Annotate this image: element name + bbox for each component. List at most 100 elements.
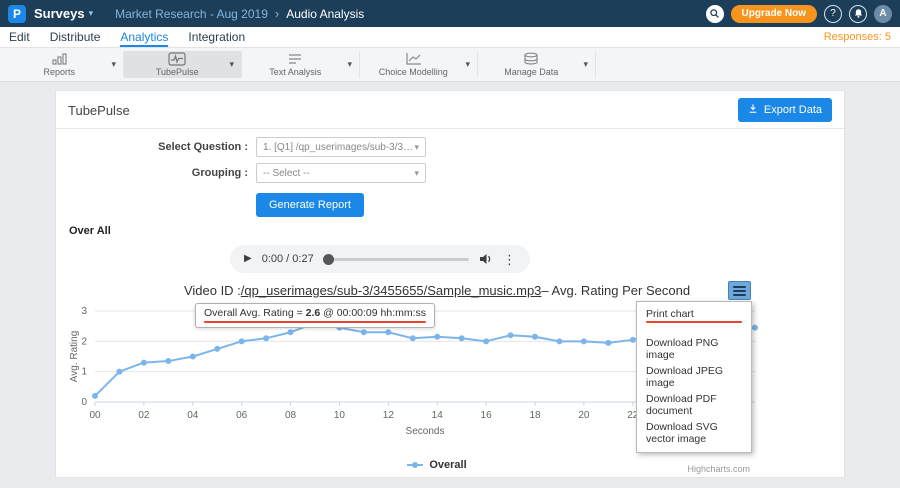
chart-title-prefix: Video ID : (184, 283, 241, 298)
data-point-marker[interactable] (190, 354, 196, 360)
play-icon[interactable]: ▶ (244, 254, 252, 264)
data-point-marker[interactable] (434, 334, 440, 340)
surveys-dropdown[interactable]: Surveys ▾ (34, 6, 93, 21)
menu-item-print-chart[interactable]: Print chart (637, 306, 751, 325)
svg-text:08: 08 (285, 410, 297, 421)
data-point-marker[interactable] (459, 335, 465, 341)
surveys-label: Surveys (34, 6, 85, 21)
nav-item-analytics[interactable]: Analytics (120, 27, 168, 47)
tooltip-suffix: @ 00:00:09 hh:mm:ss (320, 307, 426, 319)
audio-seek-thumb[interactable] (323, 254, 334, 265)
data-point-marker[interactable] (410, 335, 416, 341)
breadcrumb-survey-name[interactable]: Market Research - Aug 2019 (115, 7, 268, 21)
app-logo[interactable]: P (8, 5, 26, 23)
data-point-marker[interactable] (483, 338, 489, 344)
analytics-toolbar: Reports ▾ TubePulse ▾ Text Analysis ▾ Ch… (0, 48, 900, 82)
menu-item-download-jpeg[interactable]: Download JPEG image (637, 363, 751, 391)
panel-title: TubePulse (68, 103, 130, 118)
toolbar-item-reports[interactable]: Reports ▾ (6, 51, 124, 78)
data-point-marker[interactable] (165, 358, 171, 364)
generate-report-button[interactable]: Generate Report (256, 193, 364, 217)
toolbar-item-label: Choice Modelling (379, 67, 448, 77)
data-point-marker[interactable] (556, 338, 562, 344)
question-select-value: 1. [Q1] /qp_userimages/sub-3/3455655/S..… (263, 142, 414, 153)
volume-icon[interactable] (479, 252, 493, 266)
svg-text:1: 1 (81, 367, 87, 378)
svg-text:2: 2 (81, 336, 87, 347)
audio-player[interactable]: ▶ 0:00 / 0:27 ⋮ (230, 245, 530, 273)
help-icon[interactable]: ? (824, 5, 842, 23)
export-data-button[interactable]: Export Data (738, 98, 832, 122)
data-point-marker[interactable] (752, 325, 758, 331)
chevron-down-icon[interactable]: ▾ (580, 59, 591, 70)
grouping-select[interactable]: -- Select -- ▾ (256, 163, 426, 183)
breadcrumb-separator-icon: › (275, 6, 279, 21)
export-data-label: Export Data (764, 104, 822, 116)
chart-title-suffix: – Avg. Rating Per Second (541, 283, 690, 298)
responses-count[interactable]: Responses: 5 (824, 31, 891, 43)
nav-item-edit[interactable]: Edit (9, 27, 30, 47)
toolbar-item-manage-data[interactable]: Manage Data ▾ (478, 51, 596, 78)
search-icon[interactable] (706, 5, 724, 23)
grouping-label: Grouping : (56, 167, 256, 179)
manage-data-icon (523, 52, 539, 66)
data-point-marker[interactable] (116, 369, 122, 375)
chevron-down-icon[interactable]: ▾ (462, 59, 473, 70)
chevron-down-icon: ▾ (414, 168, 419, 179)
data-point-marker[interactable] (288, 329, 294, 335)
toolbar-item-label: TubePulse (156, 67, 199, 77)
chart-title: Video ID :/qp_userimages/sub-3/3455655/S… (67, 283, 807, 301)
menu-item-download-pdf[interactable]: Download PDF document (637, 391, 751, 419)
data-point-marker[interactable] (581, 338, 587, 344)
red-annotation-underline (204, 321, 426, 323)
chevron-down-icon[interactable]: ▾ (108, 59, 119, 70)
data-point-marker[interactable] (630, 337, 636, 343)
data-point-marker[interactable] (92, 393, 98, 399)
toolbar-item-label: Reports (43, 67, 75, 77)
tooltip-value: 2.6 (306, 307, 321, 319)
data-point-marker[interactable] (605, 340, 611, 346)
menu-item-download-png[interactable]: Download PNG image (637, 335, 751, 363)
tubepulse-panel: TubePulse Export Data Select Question : … (55, 90, 845, 478)
svg-text:20: 20 (578, 410, 590, 421)
chevron-down-icon[interactable]: ▾ (344, 59, 355, 70)
data-point-marker[interactable] (239, 338, 245, 344)
chart-menu-icon[interactable] (728, 281, 751, 300)
data-point-marker[interactable] (508, 332, 514, 338)
nav-item-integration[interactable]: Integration (188, 27, 245, 47)
svg-text:02: 02 (138, 410, 150, 421)
upgrade-now-button[interactable]: Upgrade Now (731, 5, 817, 23)
audio-seek-slider[interactable] (324, 258, 469, 261)
x-axis-title: Seconds (406, 426, 445, 437)
menu-item-download-svg[interactable]: Download SVG vector image (637, 419, 751, 447)
notifications-bell-icon[interactable] (849, 5, 867, 23)
data-point-marker[interactable] (214, 346, 220, 352)
data-point-marker[interactable] (141, 360, 147, 366)
nav-item-distribute[interactable]: Distribute (50, 27, 101, 47)
data-point-marker[interactable] (532, 334, 538, 340)
toolbar-item-tubepulse[interactable]: TubePulse ▾ (124, 51, 242, 78)
main-nav: Edit Distribute Analytics Integration Re… (0, 27, 900, 48)
user-avatar[interactable]: A (874, 5, 892, 23)
toolbar-item-text-analysis[interactable]: Text Analysis ▾ (242, 51, 360, 78)
question-select[interactable]: 1. [Q1] /qp_userimages/sub-3/3455655/S..… (256, 137, 426, 157)
chevron-down-icon[interactable]: ▾ (226, 59, 237, 70)
audio-menu-icon[interactable]: ⋮ (503, 253, 516, 266)
toolbar-item-choice-modelling[interactable]: Choice Modelling ▾ (360, 51, 478, 78)
svg-text:04: 04 (187, 410, 199, 421)
page: { "icons": { "caret_down": "▾", "breadcr… (0, 0, 900, 488)
tooltip-prefix: Overall Avg. Rating = (204, 307, 306, 319)
chevron-down-icon: ▾ (414, 142, 419, 153)
highcharts-credits[interactable]: Highcharts.com (687, 464, 750, 474)
app-header: P Surveys ▾ Market Research - Aug 2019 ›… (0, 0, 900, 27)
data-point-marker[interactable] (263, 335, 269, 341)
data-point-marker[interactable] (361, 329, 367, 335)
svg-text:14: 14 (432, 410, 444, 421)
panel-header: TubePulse Export Data (56, 91, 844, 128)
svg-text:16: 16 (481, 410, 493, 421)
choice-modelling-icon (405, 52, 422, 66)
chevron-down-icon: ▾ (89, 8, 94, 19)
tubepulse-icon (168, 52, 186, 66)
data-point-marker[interactable] (385, 329, 391, 335)
breadcrumb: Market Research - Aug 2019 › Audio Analy… (115, 6, 364, 21)
